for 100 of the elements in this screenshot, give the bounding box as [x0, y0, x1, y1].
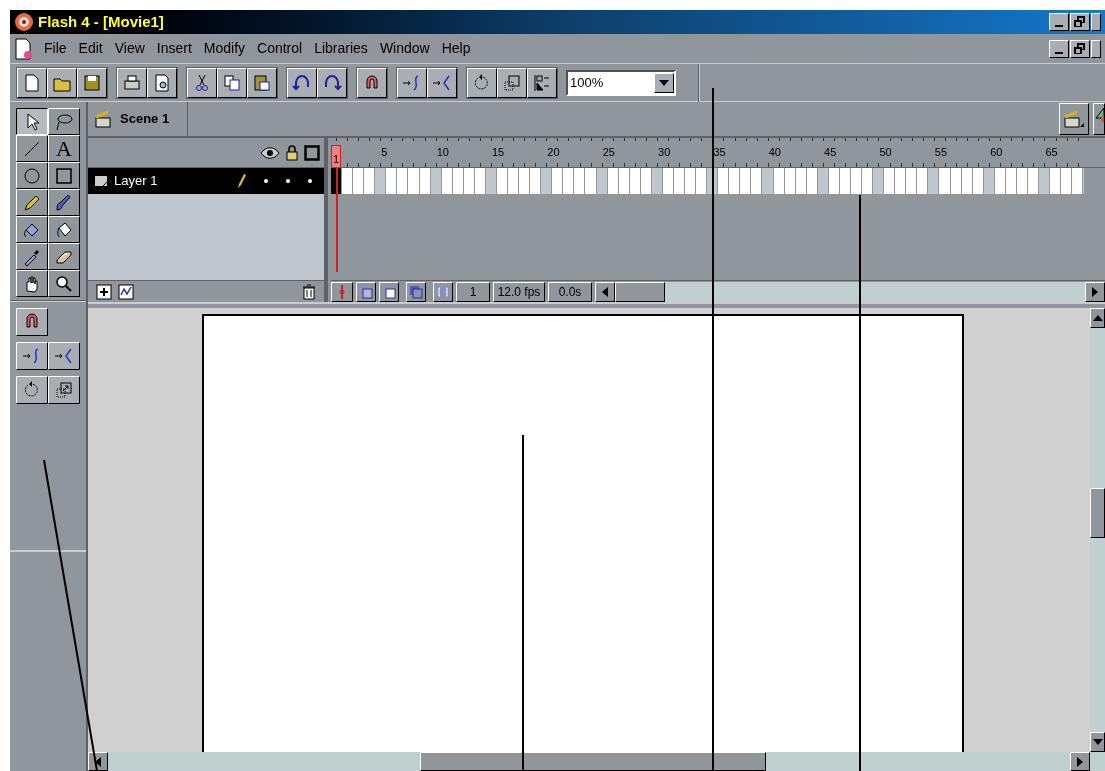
text-tool-button[interactable]: A [48, 135, 80, 162]
scroll-thumb[interactable] [1090, 488, 1105, 538]
frame-number: 25 [602, 145, 615, 159]
new-button[interactable] [17, 67, 47, 98]
flower-logo-icon [14, 12, 34, 32]
lasso-icon [54, 111, 74, 132]
menu-item[interactable]: Libraries [314, 38, 368, 59]
layer-icon [94, 175, 108, 187]
straighten-button[interactable] [48, 342, 80, 370]
scale-button[interactable] [497, 67, 527, 98]
align-icon [532, 72, 552, 93]
clipboard-icon [252, 72, 272, 93]
redo-icon [322, 72, 342, 93]
scene-tab[interactable]: Scene 1 [88, 102, 188, 136]
tool-button[interactable] [16, 108, 48, 135]
open-button[interactable] [47, 67, 77, 98]
edit-symbol-button[interactable] [1093, 103, 1105, 135]
minimize-button[interactable] [1049, 13, 1069, 31]
scroll-thumb[interactable] [420, 752, 766, 771]
smooth-button[interactable] [16, 342, 48, 370]
menu-item[interactable]: Control [257, 38, 303, 59]
scale-button[interactable] [48, 376, 80, 404]
center-frame-button[interactable] [331, 281, 353, 302]
restore-button[interactable] [1070, 13, 1090, 31]
snap-button[interactable] [16, 308, 48, 336]
rotate-icon [23, 381, 41, 399]
print-button[interactable] [117, 67, 147, 98]
snap-button[interactable] [357, 67, 387, 98]
zoom-dropdown[interactable]: 100% [566, 69, 676, 96]
minimize-button[interactable] [1049, 39, 1069, 58]
frame-number: 55 [934, 145, 947, 159]
frame-number: 45 [824, 145, 837, 159]
rotate-button[interactable] [467, 67, 497, 98]
timeline-horizontal-scrollbar[interactable] [595, 281, 1105, 302]
undo-button[interactable] [287, 67, 317, 98]
edit-scene-button[interactable] [1059, 103, 1089, 135]
clapperboard-icon [94, 110, 112, 128]
onion-outline-button[interactable] [379, 281, 399, 302]
dot-icon [308, 179, 312, 183]
paste-button[interactable] [247, 67, 277, 98]
menu-item[interactable]: View [114, 38, 145, 59]
align-button[interactable] [527, 67, 557, 98]
menu-item[interactable]: Modify [203, 38, 246, 59]
playhead-icon [339, 284, 345, 299]
frame-number: 50 [879, 145, 892, 159]
redo-button[interactable] [317, 67, 347, 98]
scale-icon [502, 72, 522, 93]
overlapping-squares-icon [382, 284, 396, 299]
layer-row[interactable]: Layer 1 [88, 168, 324, 194]
menu-item[interactable]: Edit [78, 38, 103, 59]
rotate-button[interactable] [16, 376, 48, 404]
copy-button[interactable] [217, 67, 247, 98]
copy-icon [222, 72, 242, 93]
document-icon [22, 72, 42, 93]
frame-number: 40 [768, 145, 781, 159]
lock-icon [286, 144, 298, 161]
undo-icon [292, 72, 312, 93]
down-arrow-icon [1092, 739, 1103, 745]
document-icon [14, 37, 34, 60]
straighten-button[interactable] [427, 67, 457, 98]
save-button[interactable] [77, 67, 107, 98]
window-title: Flash 4 - [Movie1] [38, 11, 164, 32]
vertical-scrollbar[interactable] [1090, 308, 1105, 771]
right-arrow-icon [1092, 286, 1098, 297]
bracket-square-icon [436, 284, 450, 299]
left-arrow-icon [602, 286, 608, 297]
frame-number: 65 [1045, 145, 1058, 159]
frame-number: 60 [990, 145, 1003, 159]
current-frame: 1 [456, 281, 490, 302]
menu-item[interactable]: Insert [156, 38, 192, 59]
dropdown-arrow-icon [659, 79, 669, 86]
up-arrow-icon [1092, 315, 1103, 321]
frame-number: 20 [547, 145, 560, 159]
frame-number: 5 [381, 145, 388, 159]
preview-button[interactable] [147, 67, 177, 98]
overlapping-squares-icon [409, 284, 423, 299]
frame-cells[interactable] [331, 168, 1084, 194]
circle-icon [22, 165, 42, 186]
outline-square-icon [304, 144, 320, 161]
frame-number: 15 [491, 145, 505, 159]
overlapping-squares-icon [359, 284, 373, 299]
frame-number: 10 [436, 145, 449, 159]
scroll-thumb[interactable] [615, 281, 665, 302]
dot-icon [286, 179, 290, 183]
menu-item[interactable]: File [44, 38, 67, 59]
smooth-button[interactable] [397, 67, 427, 98]
magnet-icon [25, 313, 39, 331]
menu-item[interactable]: Help [441, 38, 471, 59]
restore-button[interactable] [1070, 39, 1090, 58]
edit-frames-button[interactable] [406, 281, 426, 302]
add-layer-icon[interactable] [96, 283, 112, 300]
onion-markers-button[interactable] [433, 281, 453, 302]
elapsed-time: 0.0s [548, 281, 592, 302]
trash-icon[interactable] [302, 283, 316, 300]
cut-button[interactable] [187, 67, 217, 98]
angle-curve-icon [54, 347, 74, 365]
horizontal-scrollbar[interactable] [88, 752, 1090, 771]
add-guide-layer-icon[interactable] [118, 283, 134, 300]
onion-skin-button[interactable] [356, 281, 376, 302]
menu-item[interactable]: Window [379, 38, 430, 59]
